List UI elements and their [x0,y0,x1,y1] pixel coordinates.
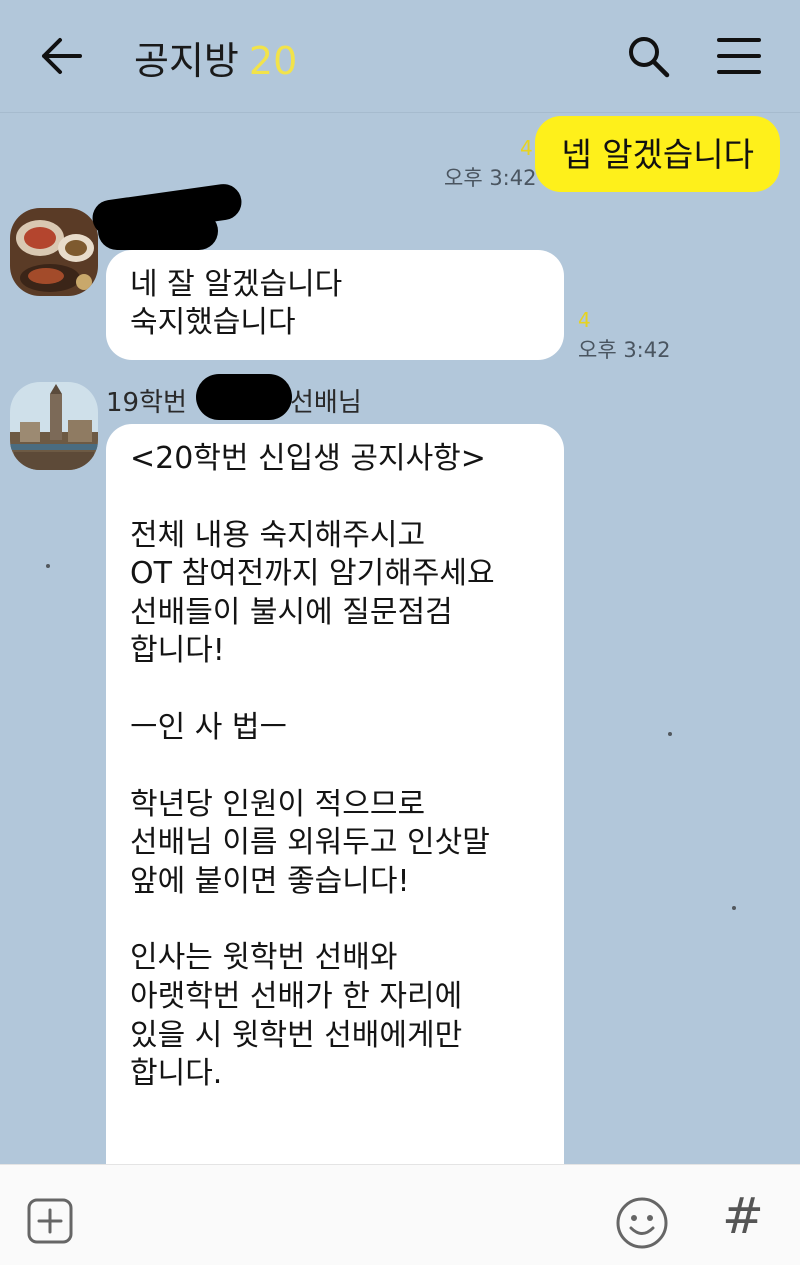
message-list[interactable]: 4 오후 3:42 넵 알겠습니다 네 잘 알겠습니다 숙지했습니다 4 오후 … [0,112,800,1164]
chat-title: 공지방 20 [134,30,297,85]
message-line: 합니다. [130,1056,223,1092]
message-line: ㅡ인 사 법ㅡ [130,709,288,745]
background-speck [46,564,50,568]
message-line: 인사는 윗학번 선배와 [130,940,398,976]
chat-room-name: 공지방 [134,39,239,83]
avatar-food-image [10,208,98,296]
message-bubble[interactable]: 네 잘 알겠습니다 숙지했습니다 [106,250,564,360]
notice-message-bubble[interactable]: <20학번 신입생 공지사항> 전체 내용 숙지해주시고 OT 참여전까지 암기… [106,424,564,1164]
message-line: 합니다! [130,633,225,669]
hashtag-icon[interactable]: # [722,1187,764,1245]
message-time: 오후 3:42 [578,338,671,362]
message-line: 앞에 붙이면 좋습니다! [130,863,410,899]
my-message-bubble[interactable]: 넵 알겠습니다 [535,116,780,192]
sender-name-suffix: 선배님 [290,388,362,418]
redacted-name [196,374,292,420]
back-arrow-icon[interactable] [40,34,84,78]
message-line: 숙지했습니다 [130,305,296,340]
message-line [130,671,495,709]
avatar[interactable] [10,208,98,296]
avatar-city-image [10,382,98,470]
message-line [130,901,495,939]
chat-header: 공지방 20 [0,0,800,113]
message-line: 아랫학번 선배가 한 자리에 [130,978,463,1014]
message-line: 있을 시 윗학번 선배에게만 [130,1017,463,1053]
unread-count: 4 [578,308,591,332]
background-speck [668,732,672,736]
emoji-icon[interactable] [614,1195,670,1251]
redacted-name-part [98,212,218,250]
search-icon[interactable] [624,32,672,80]
message-line: OT 참여전까지 암기해주세요 [130,556,495,592]
message-line: 학년당 인원이 적으므로 [130,786,426,822]
avatar[interactable] [10,382,98,470]
message-line: <20학번 신입생 공지사항> [130,441,486,476]
plus-icon[interactable] [26,1197,74,1245]
unread-count: 4 [520,136,533,160]
message-line: 선배님 이름 외워두고 인삿말 [130,825,490,861]
message-line: 선배들이 불시에 질문점검 [130,594,453,630]
message-line: 전체 내용 숙지해주시고 [130,517,426,553]
menu-icon[interactable] [716,36,762,76]
message-line [130,748,495,786]
member-count: 20 [248,39,298,83]
message-line: 네 잘 알겠습니다 [130,267,343,302]
message-line [130,479,495,517]
sender-name-prefix: 19학번 [106,388,187,418]
background-speck [732,906,736,910]
message-input-bar[interactable]: # [0,1164,800,1265]
message-time: 오후 3:42 [444,166,537,190]
